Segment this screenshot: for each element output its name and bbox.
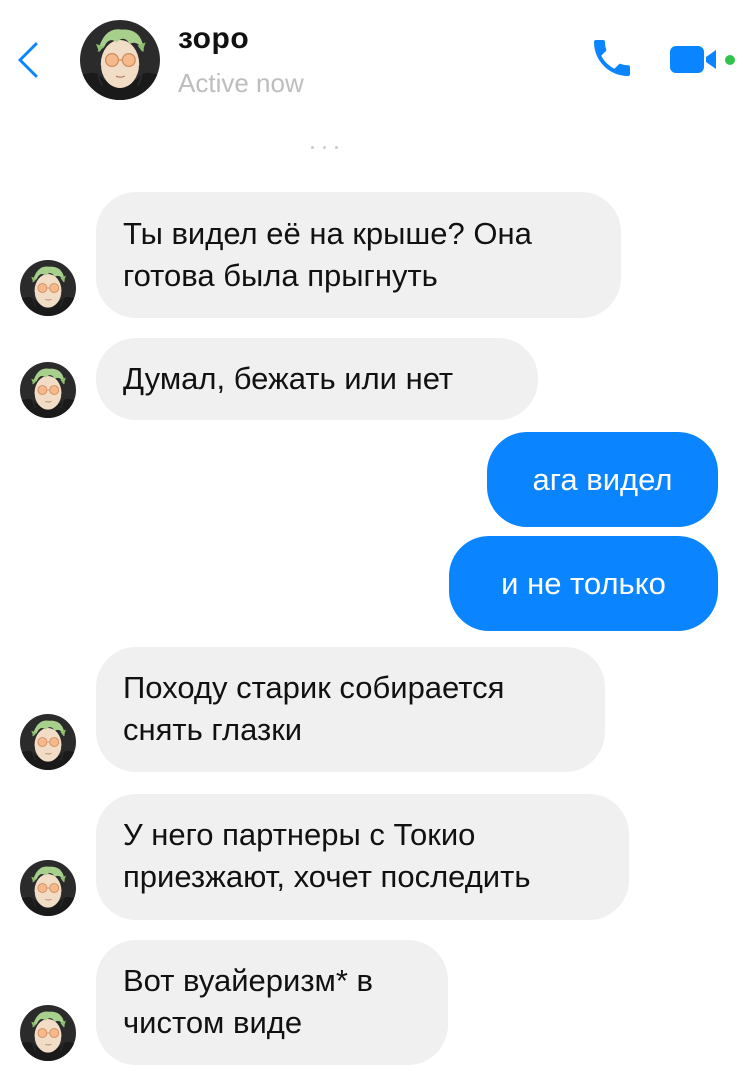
video-call-button[interactable] xyxy=(668,40,740,78)
back-button[interactable] xyxy=(14,40,44,80)
message-text-line: приезжают, хочет последить xyxy=(123,859,531,894)
chevron-left-icon xyxy=(18,42,38,78)
video-camera-icon xyxy=(670,46,735,73)
message-text-line: Вот вуайеризм* в xyxy=(123,963,374,998)
outgoing-message[interactable]: и не только xyxy=(449,536,718,631)
incoming-message[interactable]: У него партнеры с Токио приезжают, хочет… xyxy=(96,794,629,920)
active-status: Active now xyxy=(178,68,304,98)
message-text-line: чистом виде xyxy=(123,1005,303,1040)
typing-indicator xyxy=(311,146,341,152)
incoming-message[interactable]: Вот вуайеризм* в чистом виде xyxy=(96,940,448,1065)
sender-avatar[interactable] xyxy=(20,714,76,770)
chat-header: зоро Active now xyxy=(0,0,750,120)
incoming-message[interactable]: Ты видел её на крыше? Она готова была пр… xyxy=(96,192,621,318)
phone-icon xyxy=(594,40,630,76)
message-text-line: Думал, бежать или нет xyxy=(123,361,454,396)
message-text-line: Походу старик собирается xyxy=(123,670,505,705)
message-text-line: снять глазки xyxy=(123,712,303,747)
message-text-line: и не только xyxy=(501,566,666,601)
message-text-line: У него партнеры с Токио xyxy=(123,817,476,852)
voice-call-button[interactable] xyxy=(588,34,636,82)
message-text-line: ага видел xyxy=(532,462,673,497)
contact-avatar[interactable] xyxy=(80,20,160,100)
message-text-line: готова была прыгнуть xyxy=(123,258,438,293)
incoming-message[interactable]: Думал, бежать или нет xyxy=(96,338,538,420)
message-text-line: Ты видел её на крыше? Она xyxy=(123,216,532,251)
contact-name[interactable]: зоро xyxy=(178,22,249,56)
outgoing-message[interactable]: ага видел xyxy=(487,432,718,527)
sender-avatar[interactable] xyxy=(20,1005,76,1061)
sender-avatar[interactable] xyxy=(20,260,76,316)
sender-avatar[interactable] xyxy=(20,362,76,418)
incoming-message[interactable]: Походу старик собирается снять глазки xyxy=(96,647,605,772)
sender-avatar[interactable] xyxy=(20,860,76,916)
